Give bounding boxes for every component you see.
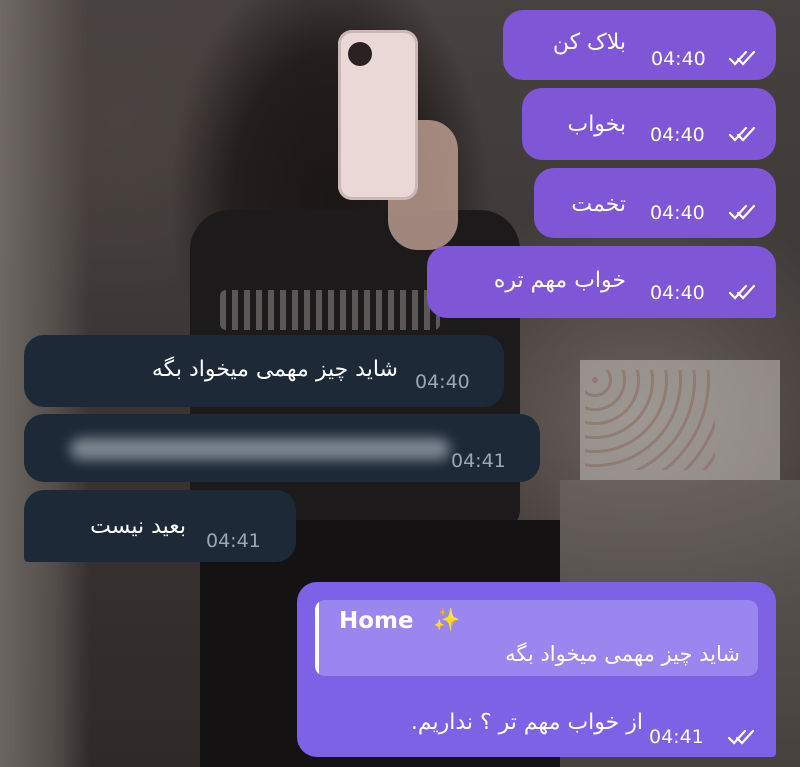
outgoing-message[interactable]: بخواب 04:40 [522,88,776,160]
message-time: 04:40 [650,124,705,146]
double-check-icon [728,126,756,142]
incoming-message[interactable]: بعید نیست 04:41 [24,490,296,562]
message-time: 04:40 [650,282,705,304]
message-text: از خواب مهم تر ؟ نداریم. [410,710,643,735]
message-time: 04:41 [649,726,704,748]
message-text: شاید چیز مهمی میخواد بگه [151,357,398,382]
quote-bar [315,600,319,676]
outgoing-message[interactable]: بلاک کن 04:40 [503,10,776,80]
message-text: بلاک کن [552,30,626,55]
message-text: بخواب [567,112,626,137]
message-time: 04:41 [206,530,261,552]
incoming-message[interactable]: 04:41 [24,414,540,482]
message-time: 04:40 [650,202,705,224]
message-time: 04:40 [415,371,470,393]
outgoing-reply-message[interactable]: Home ✨ شاید چیز مهمی میخواد بگه از خواب … [297,582,776,757]
double-check-icon [728,204,756,220]
blurred-text [70,438,450,460]
message-time: 04:40 [651,48,706,70]
message-text: تخمت [571,192,626,217]
incoming-message[interactable]: شاید چیز مهمی میخواد بگه 04:40 [24,335,504,407]
quoted-text: شاید چیز مهمی میخواد بگه [505,642,740,666]
double-check-icon [727,729,755,745]
outgoing-message[interactable]: خواب مهم تره 04:40 [427,246,776,318]
outgoing-message[interactable]: تخمت 04:40 [534,168,776,238]
message-text: خواب مهم تره [493,268,626,293]
double-check-icon [728,284,756,300]
quoted-message[interactable]: Home ✨ شاید چیز مهمی میخواد بگه [315,600,758,676]
quoted-sender-name: Home [339,608,414,634]
double-check-icon [728,50,756,66]
message-text: بعید نیست [90,514,186,539]
sparkle-icon: ✨ [433,608,461,633]
message-time: 04:41 [451,450,506,472]
